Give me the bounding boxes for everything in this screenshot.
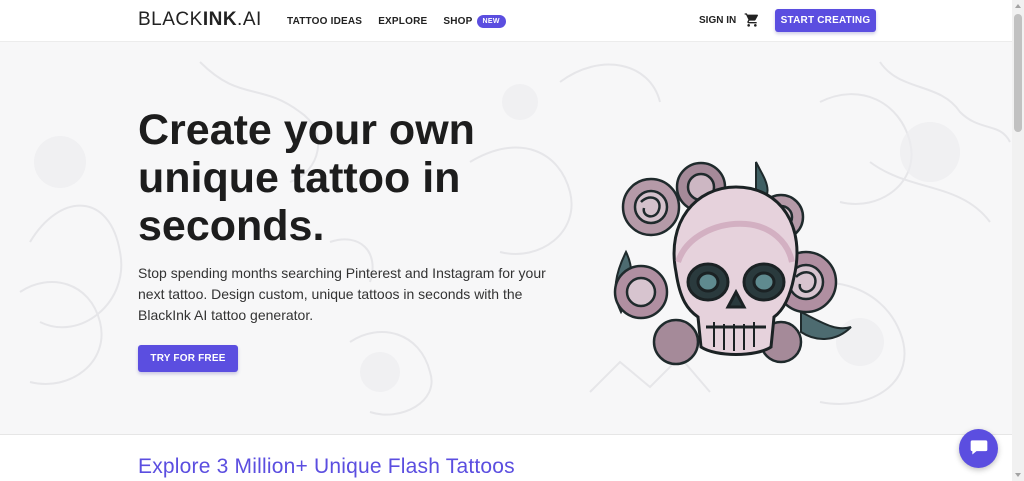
site-header: BLACKINK.AI TATTOO IDEAS EXPLORE SHOP NE…: [0, 0, 1012, 42]
hero-subtitle: Stop spending months searching Pinterest…: [138, 265, 546, 323]
logo-text-suffix: .AI: [237, 9, 262, 30]
scrollbar-thumb[interactable]: [1014, 14, 1022, 132]
logo-text-bold: INK: [202, 9, 238, 30]
chat-bubble-icon: [969, 437, 989, 460]
skull-with-roses-tattoo-icon: [613, 161, 852, 366]
try-for-free-button[interactable]: TRY FOR FREE: [138, 345, 238, 372]
page: BLACKINK.AI TATTOO IDEAS EXPLORE SHOP NE…: [0, 0, 1024, 481]
nav-explore[interactable]: EXPLORE: [378, 16, 427, 27]
scroll-up-icon[interactable]: [1012, 0, 1024, 12]
logo[interactable]: BLACKINK.AI: [138, 9, 262, 31]
main-nav: TATTOO IDEAS EXPLORE SHOP NEW: [287, 0, 506, 42]
explore-section: Explore 3 Million+ Unique Flash Tattoos: [0, 434, 1012, 481]
shopping-cart-icon[interactable]: [744, 12, 760, 28]
scroll-down-icon[interactable]: [1012, 469, 1024, 481]
start-creating-button[interactable]: START CREATING: [775, 9, 876, 32]
chat-button[interactable]: [959, 429, 998, 468]
new-badge: NEW: [476, 14, 506, 28]
sign-in-link[interactable]: SIGN IN: [699, 15, 736, 26]
nav-shop[interactable]: SHOP NEW: [443, 14, 506, 28]
hero-section: Create your own unique tattoo in seconds…: [0, 42, 1012, 434]
explore-title: Explore 3 Million+ Unique Flash Tattoos: [138, 455, 515, 478]
hero-title: Create your own unique tattoo in seconds…: [138, 106, 475, 250]
nav-shop-label: SHOP: [443, 15, 473, 27]
vertical-scrollbar[interactable]: [1012, 0, 1024, 481]
nav-tattoo-ideas[interactable]: TATTOO IDEAS: [287, 16, 362, 27]
logo-text-light: BLACK: [138, 9, 203, 30]
